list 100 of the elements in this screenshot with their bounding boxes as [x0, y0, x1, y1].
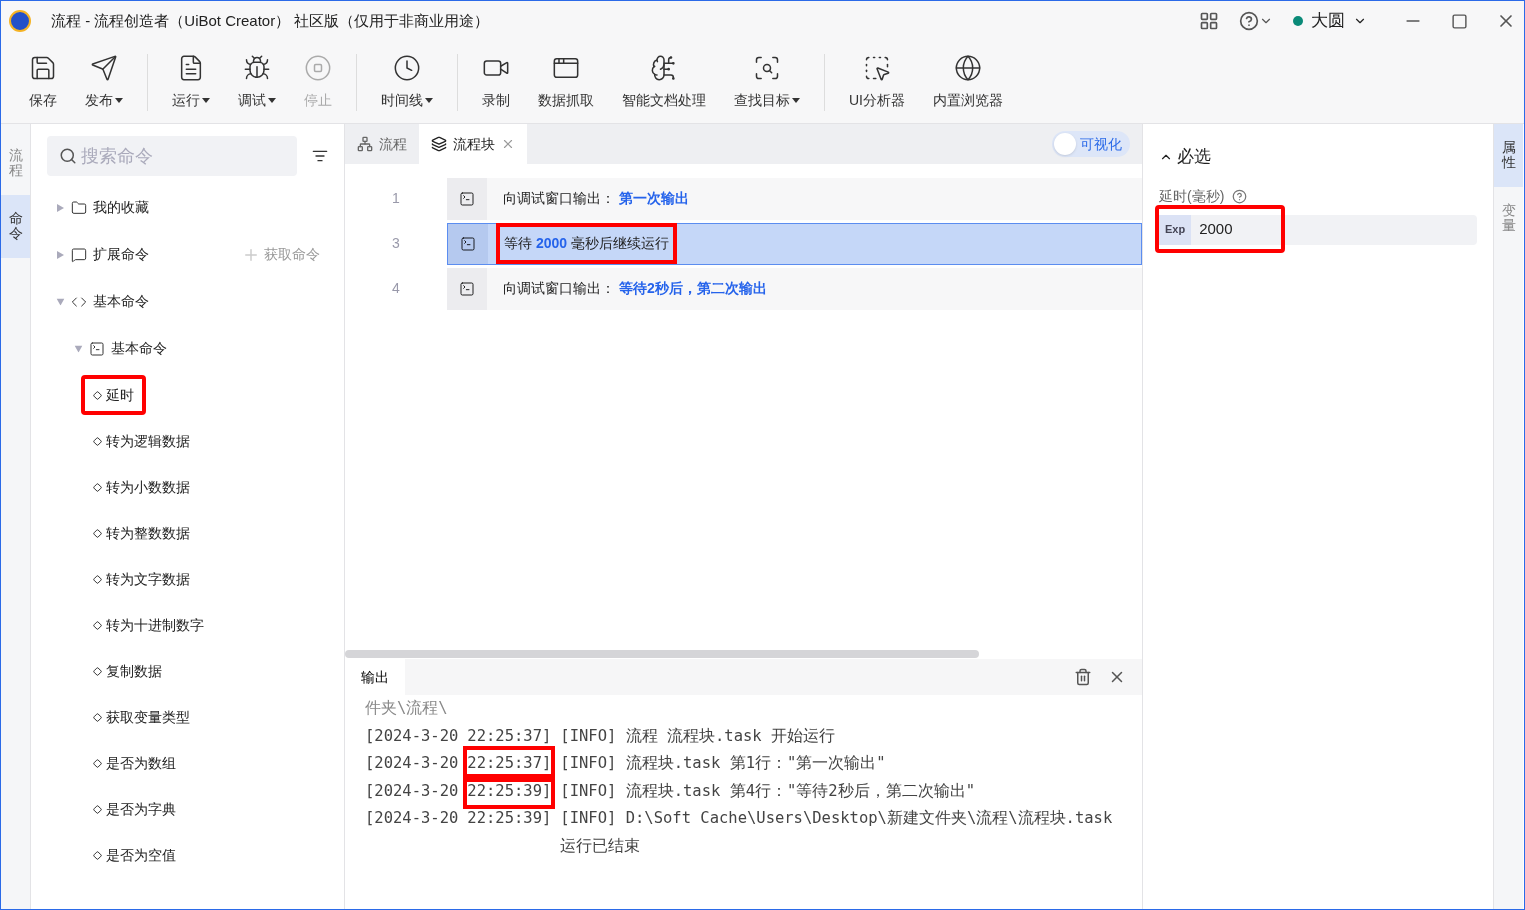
diamond-icon — [93, 482, 102, 492]
command-item[interactable]: 是否为数组 — [81, 743, 188, 783]
field-label: 延时(毫秒) — [1159, 186, 1225, 206]
tree-item[interactable]: 基本命令 — [93, 291, 149, 312]
command-item[interactable]: 转为文字数据 — [81, 559, 202, 599]
extension-icon — [71, 246, 87, 263]
expand-arrow-icon[interactable] — [74, 345, 83, 352]
apps-icon[interactable] — [1199, 11, 1219, 31]
line-number: 3 — [391, 234, 401, 253]
diamond-icon — [93, 528, 102, 538]
diamond-icon — [93, 620, 102, 630]
step-text: 向调试窗口输出： 等待2秒后，第二次输出 — [502, 279, 768, 298]
caret-icon — [115, 97, 123, 103]
app-logo-icon — [9, 10, 31, 32]
step-row[interactable]: 向调试窗口输出： 等待2秒后，第二次输出 — [447, 267, 1142, 310]
log-message: [INFO] D:\Soft Cache\Users\Desktop\新建文件夹\流程\流程块.task 运行已结束 — [560, 808, 1114, 857]
output-tab[interactable]: 输出 — [345, 659, 405, 695]
layers-icon — [431, 136, 447, 152]
diamond-icon — [93, 390, 102, 400]
side-tab[interactable]: 命令 — [1, 194, 30, 258]
search-field[interactable]: 搜索命令 — [47, 136, 297, 176]
line-number: 4 — [391, 279, 401, 298]
command-item[interactable]: 转为整数数据 — [81, 513, 202, 553]
bug-icon — [243, 53, 271, 82]
help-icon[interactable] — [1232, 188, 1248, 204]
diamond-icon — [93, 666, 102, 676]
command-item[interactable]: 转为小数数据 — [81, 467, 202, 507]
search-input[interactable]: 搜索命令 — [81, 142, 285, 170]
command-item[interactable]: 延时 — [81, 375, 146, 415]
stop-circle-icon — [304, 53, 332, 82]
step-text: 等待 2000 毫秒后继续运行 — [496, 223, 677, 264]
command-item[interactable]: 获取变量类型 — [81, 697, 202, 737]
log-date: [2024-3-20 — [365, 753, 459, 774]
step-row[interactable]: 等待 2000 毫秒后继续运行 — [447, 222, 1142, 265]
toolbar-button[interactable]: 运行 — [160, 53, 222, 111]
editor-tab[interactable]: 流程 — [345, 124, 419, 164]
section-header[interactable]: 必选 — [1159, 144, 1211, 170]
window-title: 流程 - 流程创造者（UiBot Creator） 社区版（仅用于非商业用途） — [51, 10, 490, 31]
diamond-icon — [93, 436, 102, 446]
caret-icon — [425, 97, 433, 103]
diamond-icon — [93, 758, 102, 768]
diamond-icon — [93, 804, 102, 814]
help-menu[interactable] — [1239, 11, 1273, 31]
paper-plane-icon — [90, 53, 118, 82]
log-date: [2024-3-20 — [365, 808, 459, 829]
editor-tab[interactable]: 流程块 — [419, 124, 527, 164]
log-time: 22:25:37] — [467, 725, 552, 747]
toolbar-button[interactable]: 调试 — [226, 53, 288, 111]
terminal-icon — [459, 190, 475, 207]
caret-icon — [202, 97, 210, 103]
command-item[interactable]: 转为十进制数字 — [81, 605, 216, 645]
scrollbar[interactable] — [345, 650, 979, 658]
line-number: 1 — [391, 189, 401, 208]
maximize-icon[interactable] — [1451, 12, 1468, 30]
side-tab[interactable]: 变量 — [1494, 186, 1523, 250]
toolbar-button[interactable]: 数据抓取 — [526, 53, 606, 111]
user-menu[interactable]: 大圆 — [1293, 8, 1367, 34]
command-item[interactable]: 转为逻辑数据 — [81, 421, 202, 461]
value-field[interactable]: Exp 2000 — [1159, 214, 1477, 245]
trash-icon[interactable] — [1074, 668, 1092, 686]
step-text: 向调试窗口输出： 第一次输出 — [502, 189, 690, 208]
tree-item[interactable]: 我的收藏 — [93, 197, 149, 218]
diamond-icon — [93, 850, 102, 860]
flowchart-icon — [357, 136, 373, 152]
toolbar-button[interactable]: 时间线 — [369, 53, 445, 111]
brain-circuit-icon — [650, 53, 678, 82]
diamond-icon — [93, 712, 102, 722]
toolbar-button[interactable]: 录制 — [470, 53, 522, 111]
log-message: [INFO] 流程块.task 第4行："等待2秒后，第二次输出" — [560, 780, 975, 802]
diamond-icon — [93, 574, 102, 584]
log-line: 件夹\流程\ — [365, 699, 448, 717]
command-item[interactable]: 是否为字典 — [81, 789, 188, 829]
step-row[interactable]: 向调试窗口输出： 第一次输出 — [447, 177, 1142, 220]
expand-arrow-icon[interactable] — [56, 298, 65, 305]
caret-icon — [268, 97, 276, 103]
toolbar-button[interactable]: 智能文档处理 — [610, 53, 718, 111]
tree-item[interactable]: 扩展命令 — [93, 244, 149, 265]
terminal-icon — [89, 340, 105, 357]
tree-item[interactable]: 基本命令 — [111, 338, 167, 359]
search-icon — [59, 146, 78, 166]
expand-arrow-icon[interactable] — [57, 250, 64, 259]
toolbar-button[interactable]: 发布 — [73, 53, 135, 111]
toolbar-button[interactable]: 查找目标 — [722, 53, 812, 111]
side-tab[interactable]: 属性 — [1494, 124, 1523, 187]
command-item[interactable]: 复制数据 — [81, 651, 174, 691]
folder-icon — [71, 199, 87, 216]
help-icon — [1239, 11, 1259, 31]
globe-icon — [954, 53, 982, 82]
log-time: 22:25:39] — [467, 808, 552, 829]
collapse-icon[interactable] — [312, 148, 328, 164]
log-date: [2024-3-20 — [365, 725, 459, 747]
log-date: [2024-3-20 — [365, 780, 459, 802]
expand-arrow-icon[interactable] — [57, 203, 64, 212]
expression-badge: Exp — [1159, 214, 1192, 245]
command-item[interactable]: 是否为空值 — [81, 835, 188, 875]
terminal-icon — [460, 235, 476, 252]
toolbar-button[interactable]: 内置浏览器 — [921, 53, 1015, 111]
toolbar-button[interactable]: 保存 — [17, 53, 69, 111]
toolbar-button[interactable]: UI分析器 — [837, 53, 917, 111]
visual-toggle[interactable]: 可视化 — [1052, 131, 1130, 157]
